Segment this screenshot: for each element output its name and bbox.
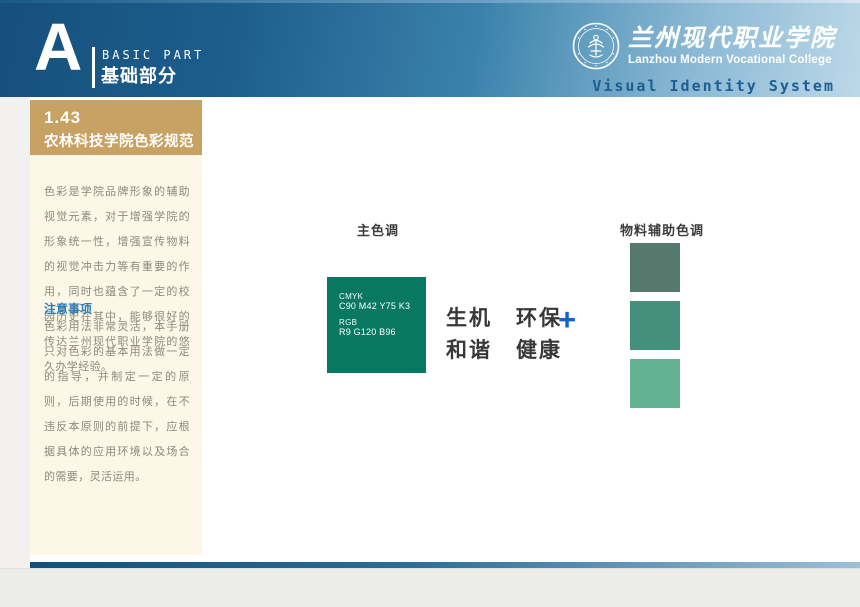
auxiliary-swatch-column	[630, 243, 680, 408]
rgb-value: R9 G120 B96	[339, 327, 426, 337]
vi-system-tagline: Visual Identity System	[592, 77, 835, 95]
primary-color-label: 主色调	[357, 220, 399, 239]
brand-block: 兰州现代职业学院 Lanzhou Modern Vocational Colle…	[572, 22, 836, 70]
color-keywords: 生机 环保 和谐 健康	[446, 302, 562, 364]
section-title-en: BASIC PART	[102, 48, 204, 62]
primary-color-swatch: CMYK C90 M42 Y75 K3 RGB R9 G120 B96	[327, 277, 426, 373]
keyword-health: 健康	[516, 334, 562, 364]
auxiliary-color-label: 物料辅助色调	[620, 220, 704, 239]
college-name-en: Lanzhou Modern Vocational College	[628, 54, 836, 66]
vi-manual-page: A BASIC PART 基础部分	[0, 0, 860, 607]
college-name-zh: 兰州现代职业学院	[628, 26, 836, 52]
rgb-label: RGB	[339, 318, 426, 327]
left-margin-strip	[0, 97, 30, 570]
header-top-accent-line	[0, 0, 860, 3]
section-number: 1.43	[44, 108, 202, 128]
section-title-zh: 基础部分	[101, 62, 177, 88]
keyword-environment: 环保	[516, 302, 562, 332]
college-logo-icon	[572, 22, 620, 70]
bottom-margin-area	[0, 568, 860, 607]
plus-icon: +	[558, 304, 576, 335]
bottom-accent-bar	[30, 562, 860, 568]
header-divider	[92, 47, 95, 88]
header-band: A BASIC PART 基础部分	[0, 0, 860, 97]
cmyk-value: C90 M42 Y75 K3	[339, 301, 426, 311]
aux-swatch-medium	[630, 301, 680, 350]
keyword-vitality: 生机	[446, 302, 492, 332]
brand-names: 兰州现代职业学院 Lanzhou Modern Vocational Colle…	[628, 26, 836, 65]
section-name: 农林科技学院色彩规范	[44, 130, 202, 151]
cmyk-label: CMYK	[339, 292, 426, 301]
sidebar-panel: 色彩是学院品牌形象的辅助视觉元素，对于增强学院的形象统一性，增强宣传物料的视觉冲…	[30, 155, 202, 555]
aux-swatch-dark	[630, 243, 680, 292]
notes-text: 色彩用法非常灵活，本手册只对色彩的基本用法做一定的指导，并制定一定的原则，后期使…	[44, 315, 190, 490]
section-letter: A	[34, 14, 82, 81]
sidebar-title-box: 1.43 农林科技学院色彩规范	[30, 100, 202, 155]
keyword-harmony: 和谐	[446, 334, 492, 364]
aux-swatch-light	[630, 359, 680, 408]
